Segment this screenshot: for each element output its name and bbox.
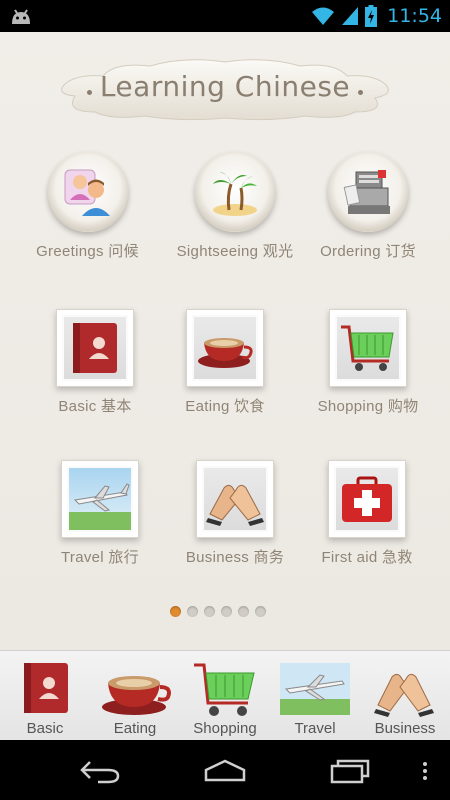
first-aid-kit-icon xyxy=(342,476,392,522)
business-button[interactable] xyxy=(196,460,274,538)
shopping-cart-icon xyxy=(194,663,255,716)
category-label: Eating 饮食 xyxy=(185,398,265,415)
first-aid-button[interactable] xyxy=(328,460,406,538)
basic-button[interactable] xyxy=(56,309,134,387)
status-bar: 11:54 xyxy=(0,0,450,32)
category-eating[interactable]: Eating 饮食 xyxy=(170,309,280,416)
sightseeing-button[interactable] xyxy=(195,152,275,232)
page-indicator[interactable] xyxy=(170,606,266,617)
ordering-button[interactable] xyxy=(328,152,408,232)
category-basic[interactable]: Basic 基本 xyxy=(40,309,150,416)
category-ordering[interactable]: Ordering 订货 xyxy=(308,152,428,261)
airplane-icon xyxy=(280,663,350,715)
greetings-button[interactable] xyxy=(47,152,128,232)
coffee-cup-icon xyxy=(198,338,253,368)
page-title: Learning Chinese xyxy=(99,70,351,103)
palm-island-icon xyxy=(213,172,257,216)
shopping-button[interactable] xyxy=(329,309,407,387)
category-shopping[interactable]: Shopping 购物 xyxy=(303,309,433,416)
category-label: Ordering 订货 xyxy=(320,243,416,260)
category-business[interactable]: Business 商务 xyxy=(170,460,300,567)
back-icon[interactable] xyxy=(78,758,122,784)
tab-label: Basic xyxy=(26,720,64,737)
category-travel[interactable]: Travel 旅行 xyxy=(40,460,160,567)
category-sightseeing[interactable]: Sightseeing 观光 xyxy=(160,152,310,261)
tab-label: Eating xyxy=(113,720,157,737)
category-label: Greetings 问候 xyxy=(36,243,139,260)
page-dot[interactable] xyxy=(238,606,249,617)
handshake-icon xyxy=(206,484,264,526)
cash-register-icon xyxy=(343,170,390,214)
tab-label: Travel xyxy=(294,720,336,737)
category-label: Business 商务 xyxy=(185,549,285,566)
airplane-icon xyxy=(69,483,131,530)
tab-shopping[interactable]: Shopping xyxy=(180,651,270,741)
bottom-tab-bar: Basic Eating Shopping Travel Business xyxy=(0,650,450,741)
overflow-menu-icon[interactable] xyxy=(420,760,430,782)
category-label: Travel 旅行 xyxy=(61,549,139,566)
recent-apps-icon[interactable] xyxy=(328,758,372,784)
battery-icon xyxy=(365,5,378,27)
tab-eating[interactable]: Eating xyxy=(90,651,180,741)
signal-icon xyxy=(342,7,359,25)
handshake-icon xyxy=(374,673,434,717)
category-label: Basic 基本 xyxy=(58,398,132,415)
page-dot[interactable] xyxy=(204,606,215,617)
main-panel: Learning Chinese Greetings 问候 Sightseein… xyxy=(0,32,450,650)
tab-business[interactable]: Business xyxy=(360,651,450,741)
title-banner: Learning Chinese xyxy=(55,56,395,122)
android-debug-icon xyxy=(12,9,30,24)
tab-travel[interactable]: Travel xyxy=(270,651,360,741)
category-label: Sightseeing 观光 xyxy=(176,243,294,260)
contact-book-icon xyxy=(24,663,68,713)
category-first-aid[interactable]: First aid 急救 xyxy=(307,460,427,567)
home-icon[interactable] xyxy=(202,758,248,782)
category-label: Shopping 购物 xyxy=(317,398,419,415)
tab-label: Business xyxy=(374,720,436,737)
system-navigation-bar xyxy=(0,740,450,800)
shopping-cart-icon xyxy=(341,325,394,371)
eating-button[interactable] xyxy=(186,309,264,387)
tab-basic[interactable]: Basic xyxy=(0,651,90,741)
page-dot[interactable] xyxy=(221,606,232,617)
page-dot[interactable] xyxy=(255,606,266,617)
tab-label: Shopping xyxy=(193,720,257,737)
page-dot[interactable] xyxy=(187,606,198,617)
title-bullet-right xyxy=(358,90,363,95)
category-label: First aid 急救 xyxy=(321,549,413,566)
travel-button[interactable] xyxy=(61,460,139,538)
status-time: 11:54 xyxy=(387,5,442,27)
contact-book-icon xyxy=(73,323,117,373)
category-greetings[interactable]: Greetings 问候 xyxy=(20,152,155,261)
coffee-cup-icon xyxy=(102,676,171,715)
people-icon xyxy=(64,169,110,216)
wifi-icon xyxy=(312,7,335,25)
page-dot-active[interactable] xyxy=(170,606,181,617)
